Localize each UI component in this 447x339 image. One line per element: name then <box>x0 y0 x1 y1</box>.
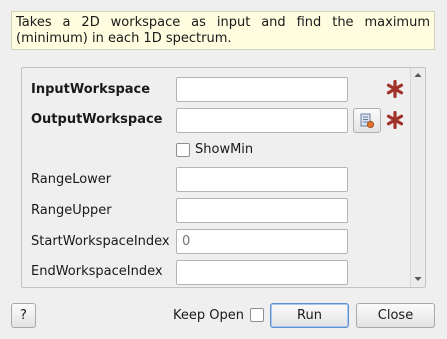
start-workspace-index-field[interactable] <box>176 229 348 254</box>
output-workspace-label: OutputWorkspace <box>31 112 163 127</box>
start-workspace-index-label: StartWorkspaceIndex <box>31 234 170 249</box>
workspace-browse-icon <box>360 113 375 129</box>
keep-open-checkbox[interactable] <box>250 308 264 322</box>
input-workspace-field[interactable] <box>176 77 348 102</box>
asterisk-icon <box>386 111 404 129</box>
help-button[interactable]: ? <box>11 303 36 328</box>
keep-open-label: Keep Open <box>173 308 244 323</box>
asterisk-icon <box>386 80 404 98</box>
range-upper-field[interactable] <box>176 198 348 223</box>
end-workspace-index-label: EndWorkspaceIndex <box>31 264 163 279</box>
scroll-up-arrow-icon[interactable] <box>411 70 425 80</box>
properties-panel: InputWorkspace OutputWorkspace ShowMin R… <box>21 67 426 288</box>
range-lower-field[interactable] <box>176 167 348 192</box>
range-lower-label: RangeLower <box>31 172 112 187</box>
run-button[interactable]: Run <box>270 303 349 328</box>
scroll-down-arrow-icon[interactable] <box>411 274 425 284</box>
range-upper-label: RangeUpper <box>31 203 112 218</box>
show-min-checkbox[interactable] <box>176 143 190 157</box>
properties-scrollbar[interactable] <box>410 68 425 287</box>
output-workspace-field[interactable] <box>176 108 348 133</box>
close-button[interactable]: Close <box>356 303 435 328</box>
workspace-browse-button[interactable] <box>353 108 381 133</box>
end-workspace-index-field[interactable] <box>176 260 348 285</box>
show-min-label: ShowMin <box>195 142 254 157</box>
algorithm-description: Takes a 2D workspace as input and find t… <box>11 11 435 50</box>
input-workspace-label: InputWorkspace <box>31 82 151 97</box>
